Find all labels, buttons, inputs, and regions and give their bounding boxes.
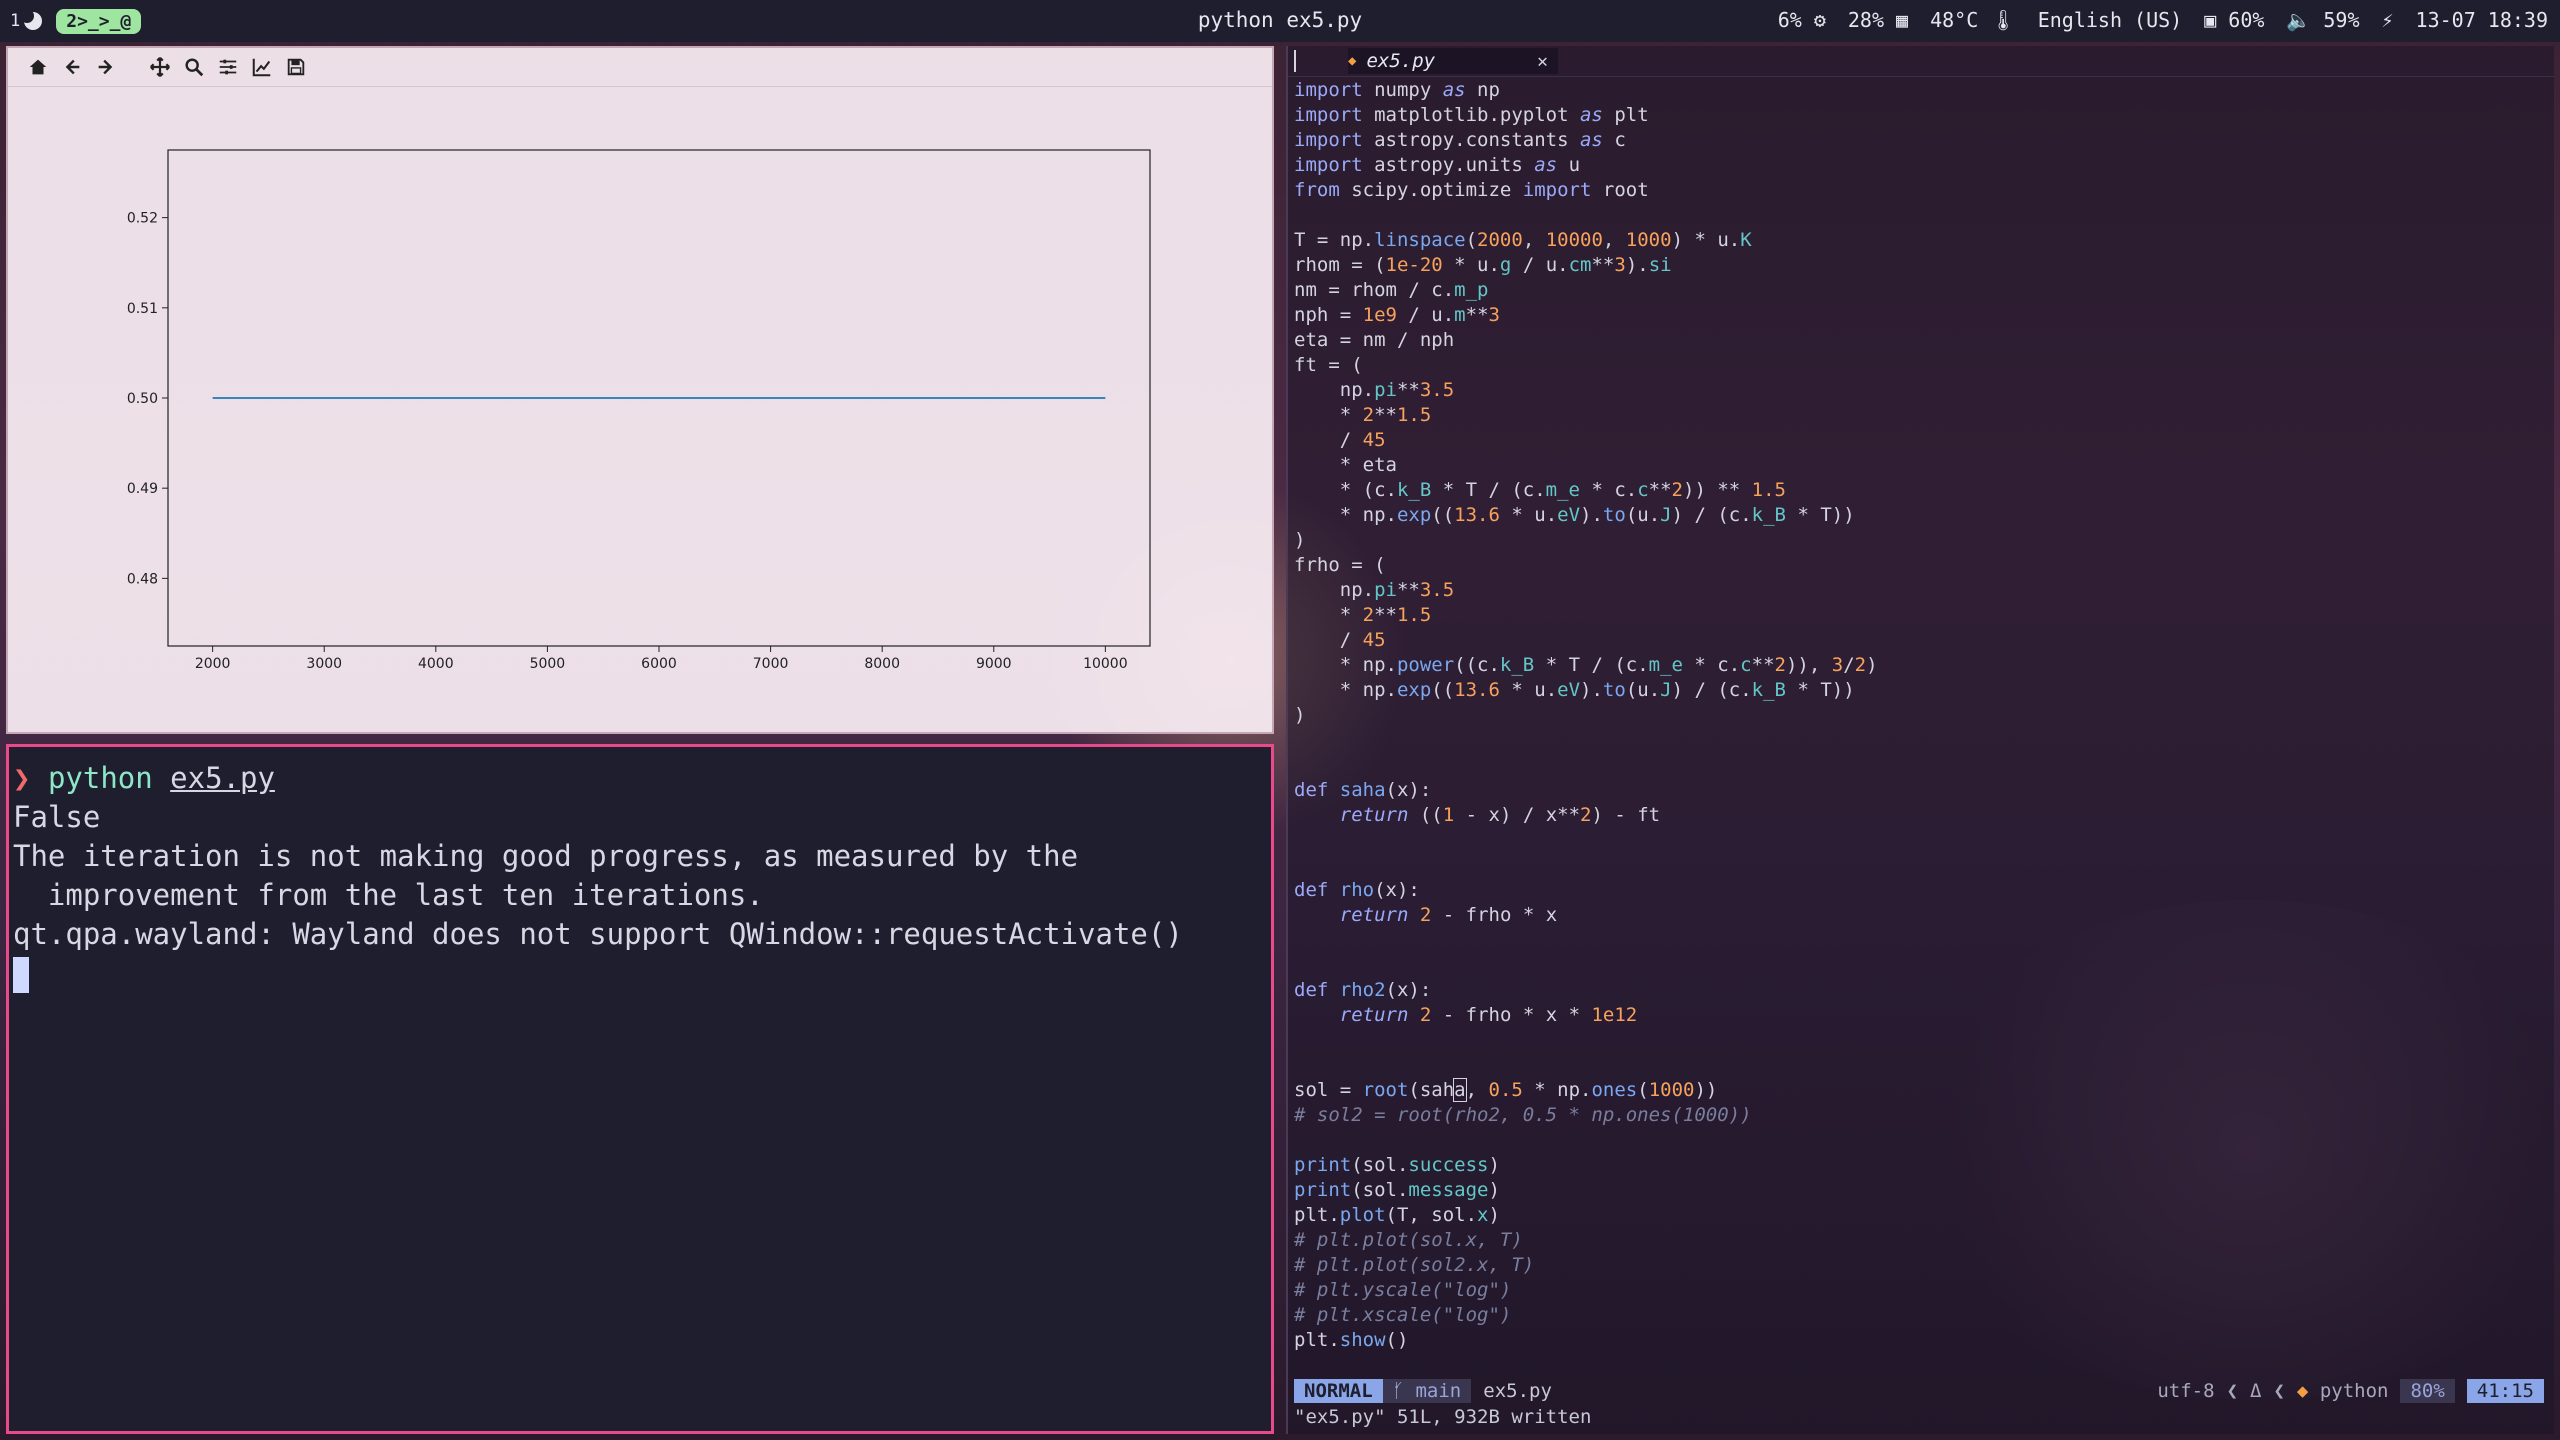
y-tick-label: 0.52 — [127, 211, 158, 227]
tab-bar: ◆ ex5.py ✕ — [1288, 46, 2554, 77]
plot-window: 2000 3000 4000 5000 6000 7000 8000 9000 10000 0.4… — [6, 46, 1274, 734]
cpu-icon: ⚙ — [1813, 8, 1826, 32]
output-line: qt.qpa.wayland: Wayland does not support… — [13, 917, 1183, 951]
code-area[interactable]: import numpy as np import matplotlib.pyp… — [1294, 78, 1878, 1353]
brightness-value: 60% — [2228, 8, 2265, 32]
python-file-icon: ◆ — [1348, 53, 1357, 69]
pan-icon[interactable] — [148, 55, 172, 79]
x-tick-label: 4000 — [418, 656, 454, 672]
status-filename: ex5.py — [1483, 1380, 1552, 1402]
cpu-value: 6% — [1777, 8, 1802, 32]
message-line: "ex5.py" 51L, 932B written — [1294, 1406, 1592, 1428]
plot-toolbar — [8, 48, 1272, 87]
configure-subplots-icon[interactable] — [216, 55, 240, 79]
command-argument[interactable]: ex5.py — [170, 761, 275, 795]
x-tick-label: 8000 — [864, 656, 900, 672]
y-tick-label: 0.49 — [127, 481, 158, 497]
command: python — [47, 761, 153, 795]
clock: 13-07 18:39 — [2415, 8, 2548, 32]
output-line: improvement from the last ten iterations… — [13, 878, 764, 912]
code-editor[interactable]: ◆ ex5.py ✕ import numpy as np import mat… — [1286, 46, 2554, 1434]
cpu-status: 6% ⚙ — [1778, 8, 1826, 32]
filetype: ◆ python — [2297, 1380, 2389, 1402]
output-line: The iteration is not making good progres… — [13, 839, 1079, 873]
cursor-position: 41:15 — [2466, 1379, 2544, 1403]
x-tick-label: 6000 — [641, 656, 677, 672]
x-tick-label: 7000 — [753, 656, 789, 672]
home-icon[interactable] — [26, 55, 50, 79]
prompt-symbol: ❯ — [13, 761, 31, 795]
status-line: NORMAL ᚶ main ex5.py utf-8 ❮ Δ ❮ ◆ pytho… — [1294, 1378, 2544, 1404]
brightness-icon: ▣ — [2204, 8, 2217, 32]
close-icon[interactable]: ✕ — [1537, 51, 1548, 72]
y-tick-label: 0.51 — [127, 301, 158, 317]
output-line: False — [13, 800, 101, 834]
temp-status: 48°C 🌡 — [1930, 8, 2016, 32]
x-tick-label: 9000 — [976, 656, 1012, 672]
edit-axis-icon[interactable] — [250, 55, 274, 79]
x-tick-label: 10000 — [1083, 656, 1128, 672]
volume-value: 59% — [2323, 8, 2360, 32]
python-icon: ◆ — [2296, 1380, 2309, 1402]
terminal[interactable]: ❯ python ex5.py False The iteration is n… — [6, 744, 1274, 1434]
zoom-icon[interactable] — [182, 55, 206, 79]
terminal-cursor — [13, 957, 29, 993]
workspaces: 1 2>_>_@ — [10, 8, 142, 34]
volume-status[interactable]: 🔈 59% — [2286, 8, 2359, 32]
encoding: utf-8 — [2157, 1380, 2215, 1402]
plot-canvas[interactable]: 2000 3000 4000 5000 6000 7000 8000 9000 10000 0.4… — [8, 86, 1272, 732]
delta-icon: Δ — [2250, 1380, 2262, 1402]
git-branch: ᚶ main — [1382, 1379, 1472, 1403]
memory-icon: ▦ — [1896, 8, 1909, 32]
plug-icon: ⚡ — [2381, 8, 2394, 32]
workspace-1-label[interactable]: 1 — [10, 11, 20, 31]
tab-label: ex5.py — [1366, 50, 1436, 72]
save-icon[interactable] — [284, 55, 308, 79]
moon-icon — [20, 9, 43, 30]
keyboard-layout[interactable]: English (US) — [2038, 8, 2183, 32]
filetype-label: python — [2319, 1380, 2389, 1402]
mode-indicator: NORMAL — [1294, 1379, 1383, 1403]
tab-ex5[interactable]: ◆ ex5.py ✕ — [1348, 48, 1558, 74]
chevron-left-icon: ❮ — [2226, 1380, 2239, 1402]
x-tick-label: 3000 — [306, 656, 342, 672]
brightness-status: ▣ 60% — [2204, 8, 2264, 32]
thermometer-icon: 🌡 — [1990, 8, 2016, 32]
x-tick-label: 2000 — [195, 656, 231, 672]
y-tick-label: 0.50 — [127, 391, 158, 407]
workspace-2-active[interactable]: 2>_>_@ — [56, 8, 142, 34]
back-icon[interactable] — [60, 55, 84, 79]
status-area: 6% ⚙ 28% ▦ 48°C 🌡 English (US) ▣ 60% 🔈 5… — [1778, 8, 2548, 32]
y-tick-label: 0.48 — [127, 571, 158, 587]
mem-status: 28% ▦ — [1848, 8, 1908, 32]
scroll-percent: 80% — [2400, 1379, 2455, 1403]
temp-value: 48°C — [1930, 8, 1979, 32]
prompt-line: ❯ python ex5.py — [13, 759, 1271, 798]
x-tick-label: 5000 — [530, 656, 566, 672]
cursor-line — [13, 954, 1271, 993]
volume-icon: 🔈 — [2286, 8, 2312, 32]
mem-value: 28% — [1847, 8, 1884, 32]
top-bar: 1 2>_>_@ python ex5.py 6% ⚙ 28% ▦ 48°C 🌡… — [0, 0, 2560, 42]
branch-name: main — [1415, 1380, 1462, 1402]
chevron-left-icon: ❮ — [2273, 1380, 2285, 1402]
forward-icon[interactable] — [94, 55, 118, 79]
branch-icon: ᚶ — [1392, 1380, 1416, 1402]
